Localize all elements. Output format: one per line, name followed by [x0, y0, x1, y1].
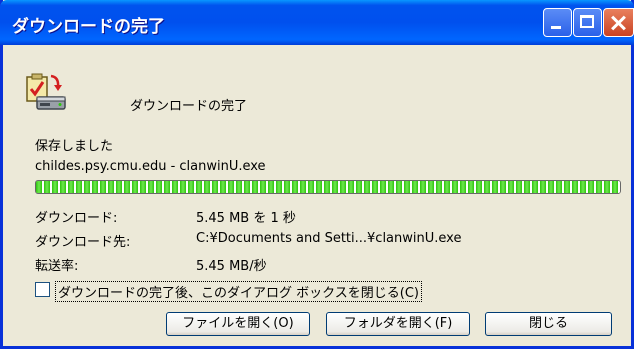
detail-key: ダウンロード先: — [35, 235, 131, 250]
close-on-complete-label[interactable]: ダウンロードの完了後、このダイアログ ボックスを閉じる(C) — [55, 281, 422, 302]
detail-value: C:¥Documents and Setti...¥clanwinU.exe — [196, 231, 462, 246]
window-title: ダウンロードの完了 — [12, 17, 165, 37]
detail-value: 5.45 MB/秒 — [196, 259, 267, 274]
progress-fill — [36, 181, 620, 193]
open-folder-button[interactable]: フォルダを開く(F) — [326, 312, 470, 336]
file-source: childes.psy.cmu.edu - clanwinU.exe — [35, 159, 266, 174]
detail-key: ダウンロード: — [35, 211, 118, 226]
minimize-button[interactable] — [543, 8, 572, 37]
close-window-button[interactable] — [603, 8, 634, 37]
close-button[interactable]: 閉じる — [485, 312, 612, 336]
dialog-content: ダウンロードの完了 保存しました childes.psy.cmu.edu - c… — [3, 45, 631, 346]
download-complete-icon — [25, 73, 67, 113]
close-on-complete-checkbox[interactable] — [35, 282, 50, 297]
maximize-button[interactable] — [573, 8, 602, 37]
progress-bar — [35, 180, 621, 194]
download-complete-dialog: ダウンロードの完了 ダウンロードの完了 保存しました childes.psy.c… — [0, 0, 634, 349]
status-text: 保存しました — [35, 139, 114, 154]
open-file-button[interactable]: ファイルを開く(O) — [166, 312, 310, 336]
title-bar[interactable]: ダウンロードの完了 — [0, 0, 634, 45]
detail-value: 5.45 MB を 1 秒 — [196, 211, 296, 226]
header-label: ダウンロードの完了 — [130, 99, 248, 114]
detail-key: 転送率: — [35, 259, 79, 274]
